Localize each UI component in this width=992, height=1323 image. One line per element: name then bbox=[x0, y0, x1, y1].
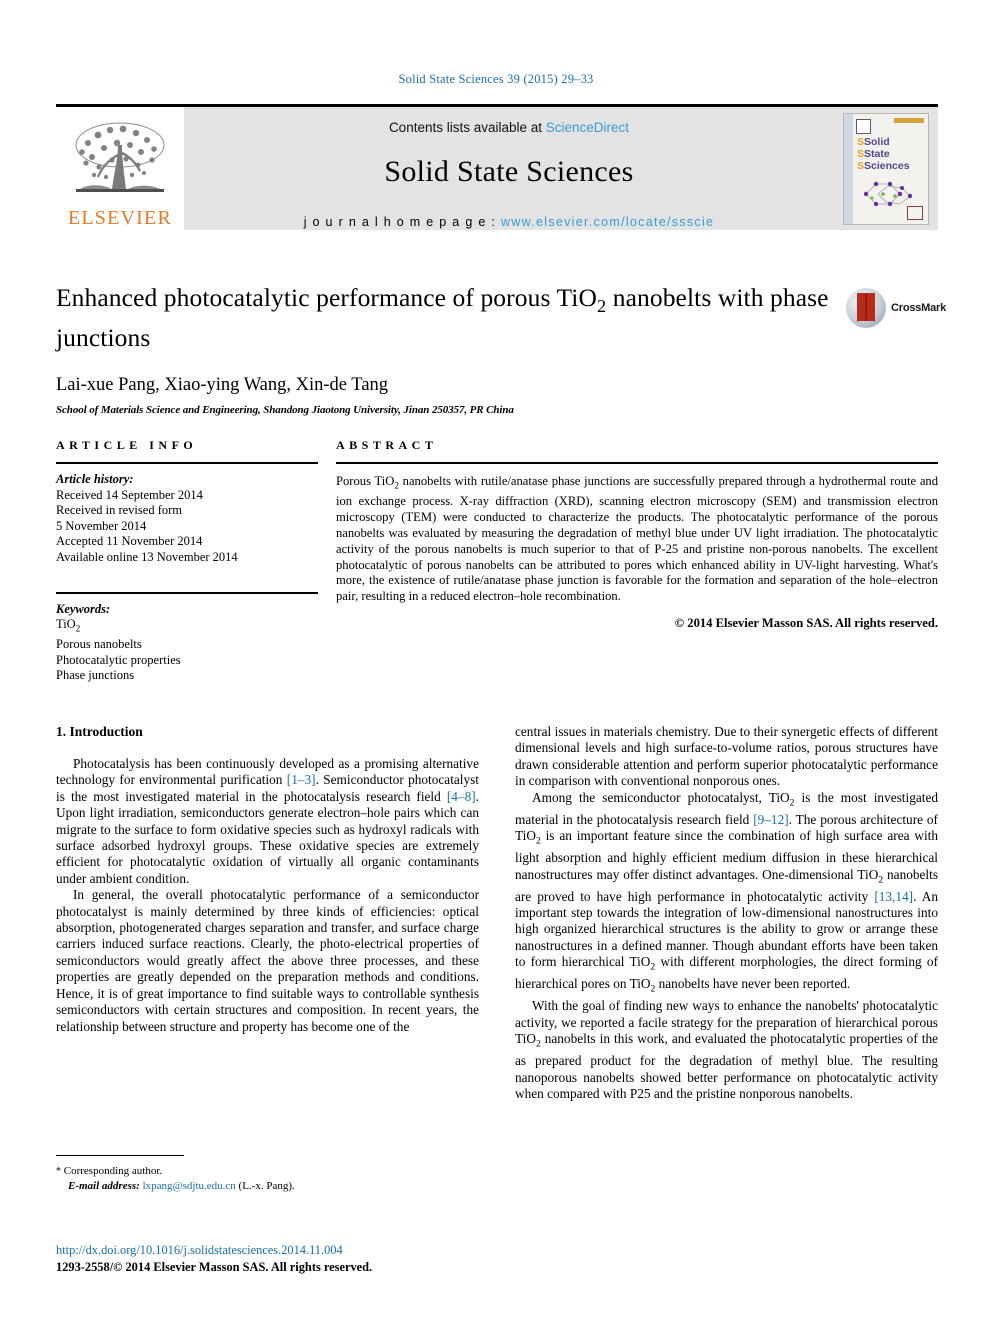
email-suffix: (L.-x. Pang). bbox=[235, 1180, 295, 1192]
section-heading-introduction: 1. Introduction bbox=[56, 724, 143, 739]
elsevier-logo: ELSEVIER bbox=[56, 107, 184, 230]
citation-link[interactable]: [9–12] bbox=[753, 812, 788, 827]
paragraph: With the goal of finding new ways to enh… bbox=[515, 998, 938, 1102]
cover-elsevier-mark-icon bbox=[856, 118, 871, 134]
email-link[interactable]: lxpang@sdjtu.edu.cn bbox=[143, 1180, 236, 1192]
journal-homepage-link[interactable]: www.elsevier.com/locate/ssscie bbox=[501, 215, 714, 229]
cover-left-band bbox=[844, 113, 853, 224]
paragraph: Photocatalysis has been continuously dev… bbox=[56, 756, 479, 887]
cover-top-banner bbox=[894, 117, 924, 123]
keyword-item: Photocatalytic properties bbox=[56, 652, 181, 667]
text-run: nanobelts have never been reported. bbox=[655, 976, 851, 992]
keyword-item: Phase junctions bbox=[56, 668, 135, 683]
homepage-prefix: j o u r n a l h o m e p a g e : bbox=[303, 215, 501, 229]
right-column: central issues in materials chemistry. D… bbox=[515, 724, 938, 1102]
masthead-center: Contents lists available at ScienceDirec… bbox=[184, 107, 834, 230]
abstract-text: Porous TiO2 nanobelts with rutile/anatas… bbox=[336, 464, 938, 605]
body-columns: 1. Introduction Photocatalysis has been … bbox=[56, 724, 938, 1102]
keyword-tio2-base: TiO bbox=[56, 617, 76, 632]
doi-block: http://dx.doi.org/10.1016/j.solidstatesc… bbox=[56, 1243, 556, 1275]
text-run: is an important feature since the combin… bbox=[515, 828, 938, 882]
history-item: Received in revised form bbox=[56, 503, 182, 518]
paragraph: Among the semiconductor photocatalyst, T… bbox=[515, 790, 938, 999]
keyword-item: Porous nanobelts bbox=[56, 637, 142, 652]
abstract-heading: ABSTRACT bbox=[336, 438, 438, 452]
keyword-tio2-subscript: 2 bbox=[75, 623, 81, 634]
citation-link[interactable]: [1–3] bbox=[287, 772, 316, 787]
running-head: Solid State Sciences 39 (2015) 29–33 bbox=[398, 72, 594, 86]
abstract-part-2: nanobelts with rutile/anatase phase junc… bbox=[336, 474, 938, 604]
text-run: In general, the overall photocatalytic p… bbox=[56, 887, 479, 1034]
journal-title: Solid State Sciences bbox=[384, 155, 634, 188]
page-title: Enhanced photocatalytic performance of p… bbox=[56, 282, 846, 353]
author-list: Lai-xue Pang, Xiao-ying Wang, Xin-de Tan… bbox=[56, 375, 938, 396]
cover-line2: State bbox=[864, 147, 890, 160]
affiliation: School of Materials Science and Engineer… bbox=[56, 404, 514, 417]
article-history-label: Article history: bbox=[56, 472, 134, 486]
footnote-rule bbox=[56, 1155, 184, 1156]
authors-text: Lai-xue Pang, Xiao-ying Wang, Xin-de Tan… bbox=[56, 375, 389, 396]
journal-cover-container: SSolid SState SSciences bbox=[834, 107, 938, 230]
corresponding-author-label: Corresponding author. bbox=[61, 1165, 163, 1177]
title-part-1: Enhanced photocatalytic performance of p… bbox=[56, 283, 597, 312]
text-run: nanobelts in this work, and evaluated th… bbox=[515, 1031, 938, 1102]
email-label: E-mail address: bbox=[68, 1180, 140, 1192]
journal-cover-thumbnail[interactable]: SSolid SState SSciences bbox=[843, 112, 929, 225]
article-info-column: ARTICLE INFO Article history: Received 1… bbox=[56, 438, 318, 684]
elsevier-tree-icon bbox=[68, 115, 172, 207]
cover-footer-mark-icon bbox=[907, 205, 923, 220]
journal-masthead: ELSEVIER Contents lists available at Sci… bbox=[56, 104, 938, 230]
article-info-heading: ARTICLE INFO bbox=[56, 438, 198, 452]
crossmark-label: CrossMark bbox=[891, 302, 947, 314]
elsevier-wordmark: ELSEVIER bbox=[67, 207, 173, 229]
left-column: 1. Introduction Photocatalysis has been … bbox=[56, 724, 479, 1102]
cover-line1: Solid bbox=[864, 135, 890, 148]
footnote-area: * Corresponding author. E-mail address: … bbox=[56, 1155, 479, 1193]
issn-copyright-line: 1293-2558/© 2014 Elsevier Masson SAS. Al… bbox=[56, 1260, 373, 1274]
sciencedirect-link[interactable]: ScienceDirect bbox=[546, 120, 629, 135]
history-item: Received 14 September 2014 bbox=[56, 487, 203, 502]
text-run: central issues in materials chemistry. D… bbox=[515, 724, 938, 789]
info-abstract-region: ARTICLE INFO Article history: Received 1… bbox=[56, 438, 938, 684]
history-item: 5 November 2014 bbox=[56, 518, 147, 533]
title-subscript: 2 bbox=[596, 296, 607, 317]
contents-available-line: Contents lists available at ScienceDirec… bbox=[389, 120, 629, 135]
crossmark-badge[interactable]: CrossMark bbox=[846, 286, 946, 330]
corresponding-author-note: * Corresponding author. bbox=[56, 1164, 479, 1179]
citation-link[interactable]: [13,14] bbox=[874, 889, 913, 904]
keywords-label: Keywords: bbox=[56, 601, 111, 616]
doi-link[interactable]: http://dx.doi.org/10.1016/j.solidstatesc… bbox=[56, 1243, 556, 1258]
cover-line3: Sciences bbox=[864, 159, 910, 172]
abstract-column: ABSTRACT Porous TiO2 nanobelts with ruti… bbox=[336, 438, 938, 684]
keyword-item: TiO2 bbox=[56, 617, 318, 637]
journal-article-page: Solid State Sciences 39 (2015) 29–33 ELS… bbox=[0, 0, 992, 1323]
paragraph: In general, the overall photocatalytic p… bbox=[56, 887, 479, 1035]
text-run: Among the semiconductor photocatalyst, T… bbox=[532, 789, 790, 805]
journal-homepage-line: j o u r n a l h o m e p a g e : www.else… bbox=[304, 215, 715, 229]
citation-link[interactable]: [4–8] bbox=[447, 789, 476, 804]
paragraph: central issues in materials chemistry. D… bbox=[515, 724, 938, 790]
keywords-block: Keywords: TiO2 Porous nanobelts Photocat… bbox=[56, 591, 318, 684]
article-history-block: Article history: Received 14 September 2… bbox=[56, 464, 318, 566]
contents-prefix: Contents lists available at bbox=[388, 120, 546, 135]
history-item: Available online 13 November 2014 bbox=[56, 549, 238, 564]
abstract-copyright: © 2014 Elsevier Masson SAS. All rights r… bbox=[674, 615, 938, 630]
abstract-part-1: Porous TiO bbox=[336, 474, 395, 488]
cover-title: SSolid SState SSciences bbox=[857, 135, 910, 172]
email-note: E-mail address: lxpang@sdjtu.edu.cn (L.-… bbox=[56, 1179, 479, 1193]
title-block: Enhanced photocatalytic performance of p… bbox=[56, 282, 946, 417]
history-item: Accepted 11 November 2014 bbox=[56, 534, 203, 549]
crossmark-book-icon bbox=[846, 288, 886, 328]
